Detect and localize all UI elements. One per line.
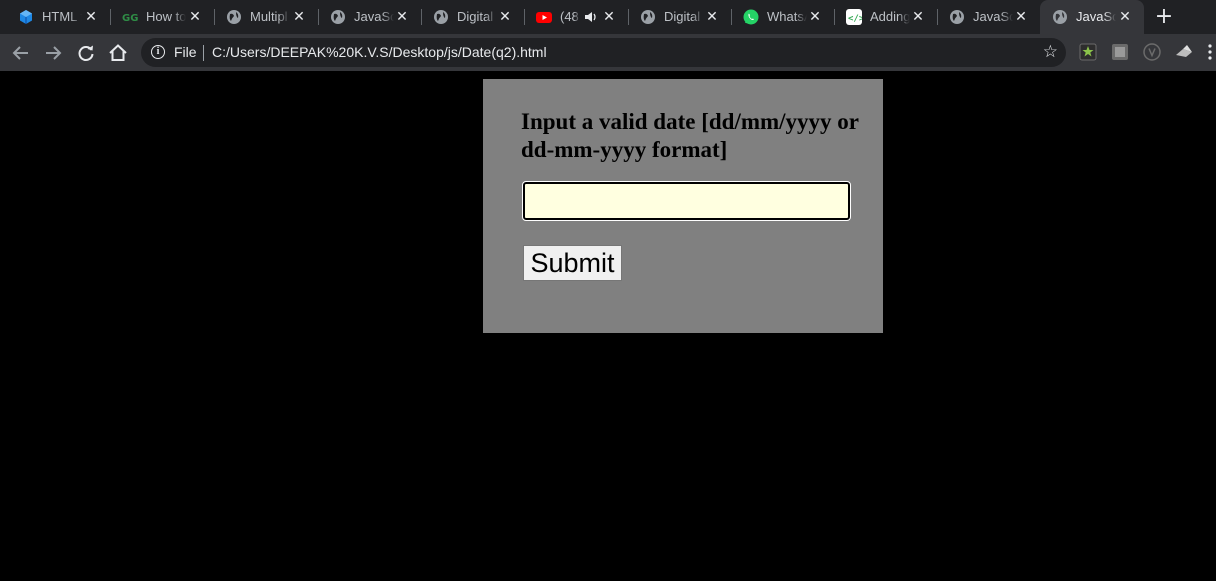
tab-title: Digital: [457, 9, 494, 24]
globe-icon: [949, 9, 965, 25]
globe-icon: [1052, 9, 1068, 25]
forward-button[interactable]: [42, 42, 64, 64]
tab-3[interactable]: Multipl ✕: [214, 0, 319, 34]
address-bar[interactable]: i File C:/Users/DEEPAK%20K.V.S/Desktop/j…: [141, 38, 1066, 67]
svg-text:GG: GG: [122, 13, 138, 24]
tab-2[interactable]: GG How to ✕: [110, 0, 215, 34]
speaker-icon[interactable]: [584, 9, 598, 25]
date-prompt-heading: Input a valid date [dd/mm/yyyy or dd-mm-…: [521, 109, 859, 162]
tab-title: How to: [146, 9, 186, 24]
close-tab-icon[interactable]: ✕: [496, 8, 514, 26]
menu-icon[interactable]: [1206, 43, 1214, 61]
home-icon: [109, 44, 127, 61]
submit-button[interactable]: Submit: [523, 245, 622, 281]
close-tab-icon[interactable]: ✕: [909, 8, 927, 26]
extension-icon[interactable]: [1111, 43, 1129, 61]
back-button[interactable]: [10, 42, 32, 64]
extension-icon[interactable]: [1175, 43, 1193, 61]
globe-icon: [433, 9, 449, 25]
tab-title: JavaScr: [973, 9, 1013, 24]
scheme-label: File: [174, 44, 197, 60]
date-form-card: Input a valid date [dd/mm/yyyy or dd-mm-…: [483, 79, 883, 333]
gfg-icon: GG: [122, 9, 138, 25]
tab-title: Multipl: [250, 9, 288, 24]
tab-title: (48: [560, 9, 579, 24]
bookmark-star-icon[interactable]: ☆: [1043, 42, 1058, 62]
tab-4[interactable]: JavaScr ✕: [318, 0, 422, 34]
tab-10[interactable]: JavaScr ✕: [937, 0, 1040, 34]
close-tab-icon[interactable]: ✕: [1012, 8, 1030, 26]
url-text[interactable]: C:/Users/DEEPAK%20K.V.S/Desktop/js/Date(…: [212, 44, 547, 61]
arrow-left-icon: [12, 46, 28, 60]
close-tab-icon[interactable]: ✕: [1116, 8, 1134, 26]
whatsapp-icon: [743, 9, 759, 25]
youtube-icon: [536, 9, 552, 25]
svg-text:</>: </>: [848, 14, 862, 24]
tab-5[interactable]: Digital ✕: [421, 0, 525, 34]
tab-8[interactable]: WhatsA ✕: [731, 0, 835, 34]
globe-icon: [226, 9, 242, 25]
reload-button[interactable]: [75, 42, 97, 64]
close-tab-icon[interactable]: ✕: [186, 8, 204, 26]
close-tab-icon[interactable]: ✕: [290, 8, 308, 26]
close-tab-icon[interactable]: ✕: [600, 8, 618, 26]
globe-icon: [640, 9, 656, 25]
code-icon: </>: [846, 9, 862, 25]
tab-title: Digital: [664, 9, 701, 24]
tab-6[interactable]: (48 ✕: [524, 0, 629, 34]
browser-toolbar: i File C:/Users/DEEPAK%20K.V.S/Desktop/j…: [0, 34, 1216, 71]
tab-11-active[interactable]: JavaScr ✕: [1040, 0, 1144, 34]
tab-9[interactable]: </> Adding ✕: [834, 0, 938, 34]
close-tab-icon[interactable]: ✕: [393, 8, 411, 26]
new-tab-button[interactable]: +: [1152, 6, 1176, 30]
arrow-right-icon: [46, 46, 62, 60]
tab-title: JavaScr: [1076, 9, 1116, 24]
codepen-cube-icon: [18, 9, 34, 25]
tab-title: HTML f: [42, 9, 82, 24]
tab-strip: HTML f ✕ GG How to ✕ Multipl ✕ JavaScr ✕…: [0, 0, 1216, 34]
extension-icon[interactable]: [1143, 43, 1161, 61]
address-divider: [203, 45, 204, 61]
close-tab-icon[interactable]: ✕: [703, 8, 721, 26]
reload-icon: [78, 45, 94, 61]
close-tab-icon[interactable]: ✕: [806, 8, 824, 26]
tab-1[interactable]: HTML f ✕: [6, 0, 111, 34]
tab-title: JavaScr: [354, 9, 394, 24]
extension-icon[interactable]: [1079, 43, 1097, 61]
home-button[interactable]: [107, 42, 129, 64]
date-input[interactable]: [522, 181, 851, 221]
tab-7[interactable]: Digital ✕: [628, 0, 732, 34]
close-tab-icon[interactable]: ✕: [82, 8, 100, 26]
info-icon[interactable]: i: [151, 45, 165, 59]
globe-icon: [330, 9, 346, 25]
tab-title: Adding: [870, 9, 910, 24]
tab-title: WhatsA: [767, 9, 807, 24]
